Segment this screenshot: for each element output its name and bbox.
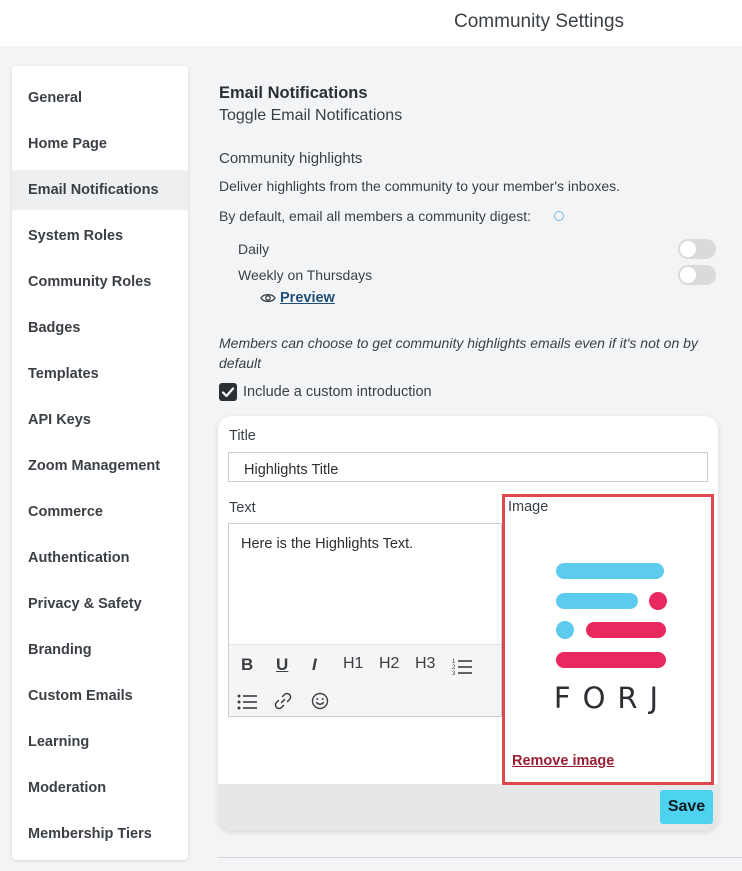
highlights-description: Deliver highlights from the community to…	[219, 178, 621, 194]
card-footer	[218, 784, 718, 830]
section-subtitle: Toggle Email Notifications	[219, 107, 403, 124]
section-title: Email Notifications	[219, 84, 368, 102]
image-label: Image	[508, 499, 549, 515]
heading-2-button[interactable]: H2	[379, 655, 399, 673]
highlights-heading: Community highlights	[219, 150, 363, 167]
ordered-list-icon[interactable]: 1 2 3	[452, 657, 472, 675]
preview-link[interactable]: Preview	[260, 290, 335, 306]
heading-1-button[interactable]: H1	[343, 655, 363, 673]
underline-icon[interactable]: U	[276, 655, 288, 675]
custom-intro-checkbox[interactable]	[219, 383, 237, 401]
title-input[interactable]	[228, 452, 708, 482]
check-icon	[221, 387, 235, 398]
custom-intro-label: Include a custom introduction	[243, 384, 432, 400]
bold-icon[interactable]: B	[241, 655, 253, 675]
svg-text:3: 3	[452, 671, 456, 675]
info-icon[interactable]	[554, 211, 564, 221]
save-button[interactable]: Save	[660, 790, 713, 824]
remove-image-link[interactable]: Remove image	[512, 753, 614, 769]
italic-icon[interactable]: I	[312, 655, 317, 675]
divider	[218, 857, 742, 858]
bullet-list-icon[interactable]	[237, 694, 257, 710]
emoji-icon[interactable]	[311, 692, 329, 710]
daily-toggle[interactable]	[678, 239, 716, 259]
opt-in-note: Members can choose to get community high…	[219, 335, 698, 371]
logo-wordmark: FORJ	[554, 681, 670, 715]
eye-icon	[260, 293, 276, 303]
title-label: Title	[229, 428, 256, 444]
main-content: Email Notifications Toggle Email Notific…	[0, 0, 742, 871]
editor-toolbar: B U I H1 H2 H3 1 2 3	[229, 644, 501, 716]
text-editor[interactable]: Here is the Highlights Text. B U I H1 H2…	[228, 523, 502, 717]
option-daily-label: Daily	[238, 241, 270, 257]
text-label: Text	[229, 500, 256, 516]
weekly-toggle[interactable]	[678, 265, 716, 285]
option-weekly-label: Weekly on Thursdays	[238, 267, 373, 283]
heading-3-button[interactable]: H3	[415, 655, 435, 673]
link-icon[interactable]	[274, 692, 292, 710]
preview-label: Preview	[280, 290, 335, 306]
forj-logo-image: FORJ	[554, 563, 670, 715]
digest-label: By default, email all members a communit…	[219, 208, 532, 224]
editor-content[interactable]: Here is the Highlights Text.	[241, 536, 413, 552]
